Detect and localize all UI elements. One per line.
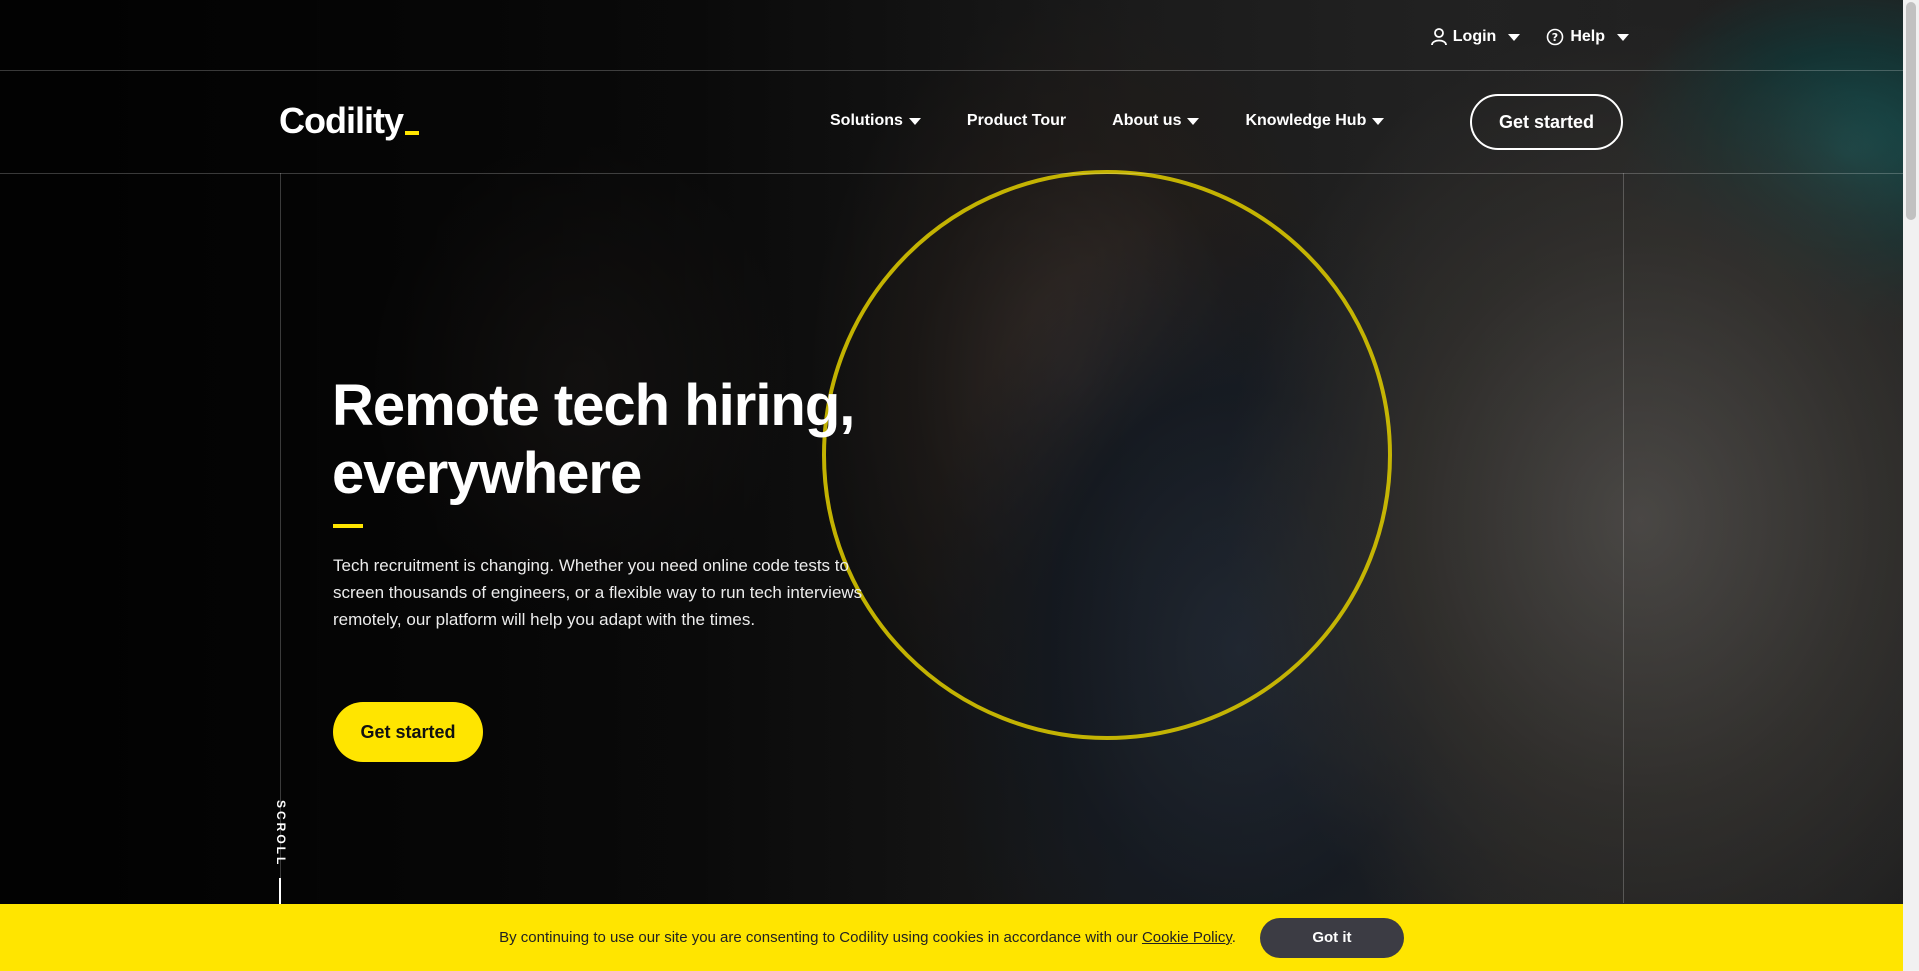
chevron-down-icon xyxy=(908,117,921,125)
divider-left xyxy=(280,173,281,903)
user-icon xyxy=(1430,28,1447,46)
nav-item-about-us[interactable]: About us xyxy=(1112,112,1200,130)
cookie-text-before: By continuing to use our site you are co… xyxy=(499,929,1142,946)
chevron-down-icon xyxy=(1187,117,1200,125)
login-menu[interactable]: Login xyxy=(1430,28,1521,46)
nav-item-label: Solutions xyxy=(830,112,903,129)
cookie-accept-button[interactable]: Got it xyxy=(1259,917,1404,958)
nav-item-solutions[interactable]: Solutions xyxy=(830,112,921,130)
hero-lead-text: Tech recruitment is changing. Whether yo… xyxy=(333,556,863,629)
chevron-down-icon xyxy=(1508,33,1521,41)
cookie-consent-bar: By continuing to use our site you are co… xyxy=(0,904,1903,971)
main-nav: Codility Solutions Product Tour About us… xyxy=(0,70,1903,174)
nav-item-label: Knowledge Hub xyxy=(1245,112,1367,129)
hero-headline: Remote tech hiring, everywhere xyxy=(332,372,932,508)
help-icon: ? xyxy=(1547,28,1564,46)
help-label: Help xyxy=(1570,28,1605,45)
nav-item-label: About us xyxy=(1112,112,1182,129)
nav-menu: Solutions Product Tour About us Knowledg… xyxy=(830,112,1385,130)
scrollbar-thumb[interactable] xyxy=(1906,2,1916,220)
utility-bar: Login ? Help xyxy=(1430,28,1629,46)
scroll-indicator-label: SCROLL xyxy=(274,800,288,868)
headline-line2: everywhere xyxy=(332,441,642,506)
chevron-down-icon xyxy=(1372,117,1385,125)
page-scrollbar[interactable] xyxy=(1903,0,1919,971)
login-label: Login xyxy=(1452,28,1497,45)
help-menu[interactable]: ? Help xyxy=(1546,28,1629,46)
chevron-down-icon xyxy=(1617,33,1629,41)
cookie-message: By continuing to use our site you are co… xyxy=(499,929,1236,946)
cookie-text-after: . xyxy=(1231,929,1236,946)
hero-get-started-button[interactable]: Get started xyxy=(333,702,483,762)
nav-item-product-tour[interactable]: Product Tour xyxy=(967,112,1066,130)
divider-right xyxy=(1623,173,1624,903)
logo-underscore xyxy=(405,131,419,135)
scroll-indicator-line xyxy=(279,878,281,904)
nav-item-label: Product Tour xyxy=(966,112,1067,129)
codility-logo[interactable]: Codility xyxy=(279,100,419,142)
logo-text: Codility xyxy=(279,100,404,141)
headline-line1: Remote tech hiring, xyxy=(332,373,855,438)
nav-get-started-button[interactable]: Get started xyxy=(1470,94,1623,150)
headline-accent-bar xyxy=(333,524,363,528)
svg-text:?: ? xyxy=(1552,31,1558,44)
nav-item-knowledge-hub[interactable]: Knowledge Hub xyxy=(1245,112,1385,130)
cookie-policy-link[interactable]: Cookie Policy xyxy=(1142,929,1232,946)
